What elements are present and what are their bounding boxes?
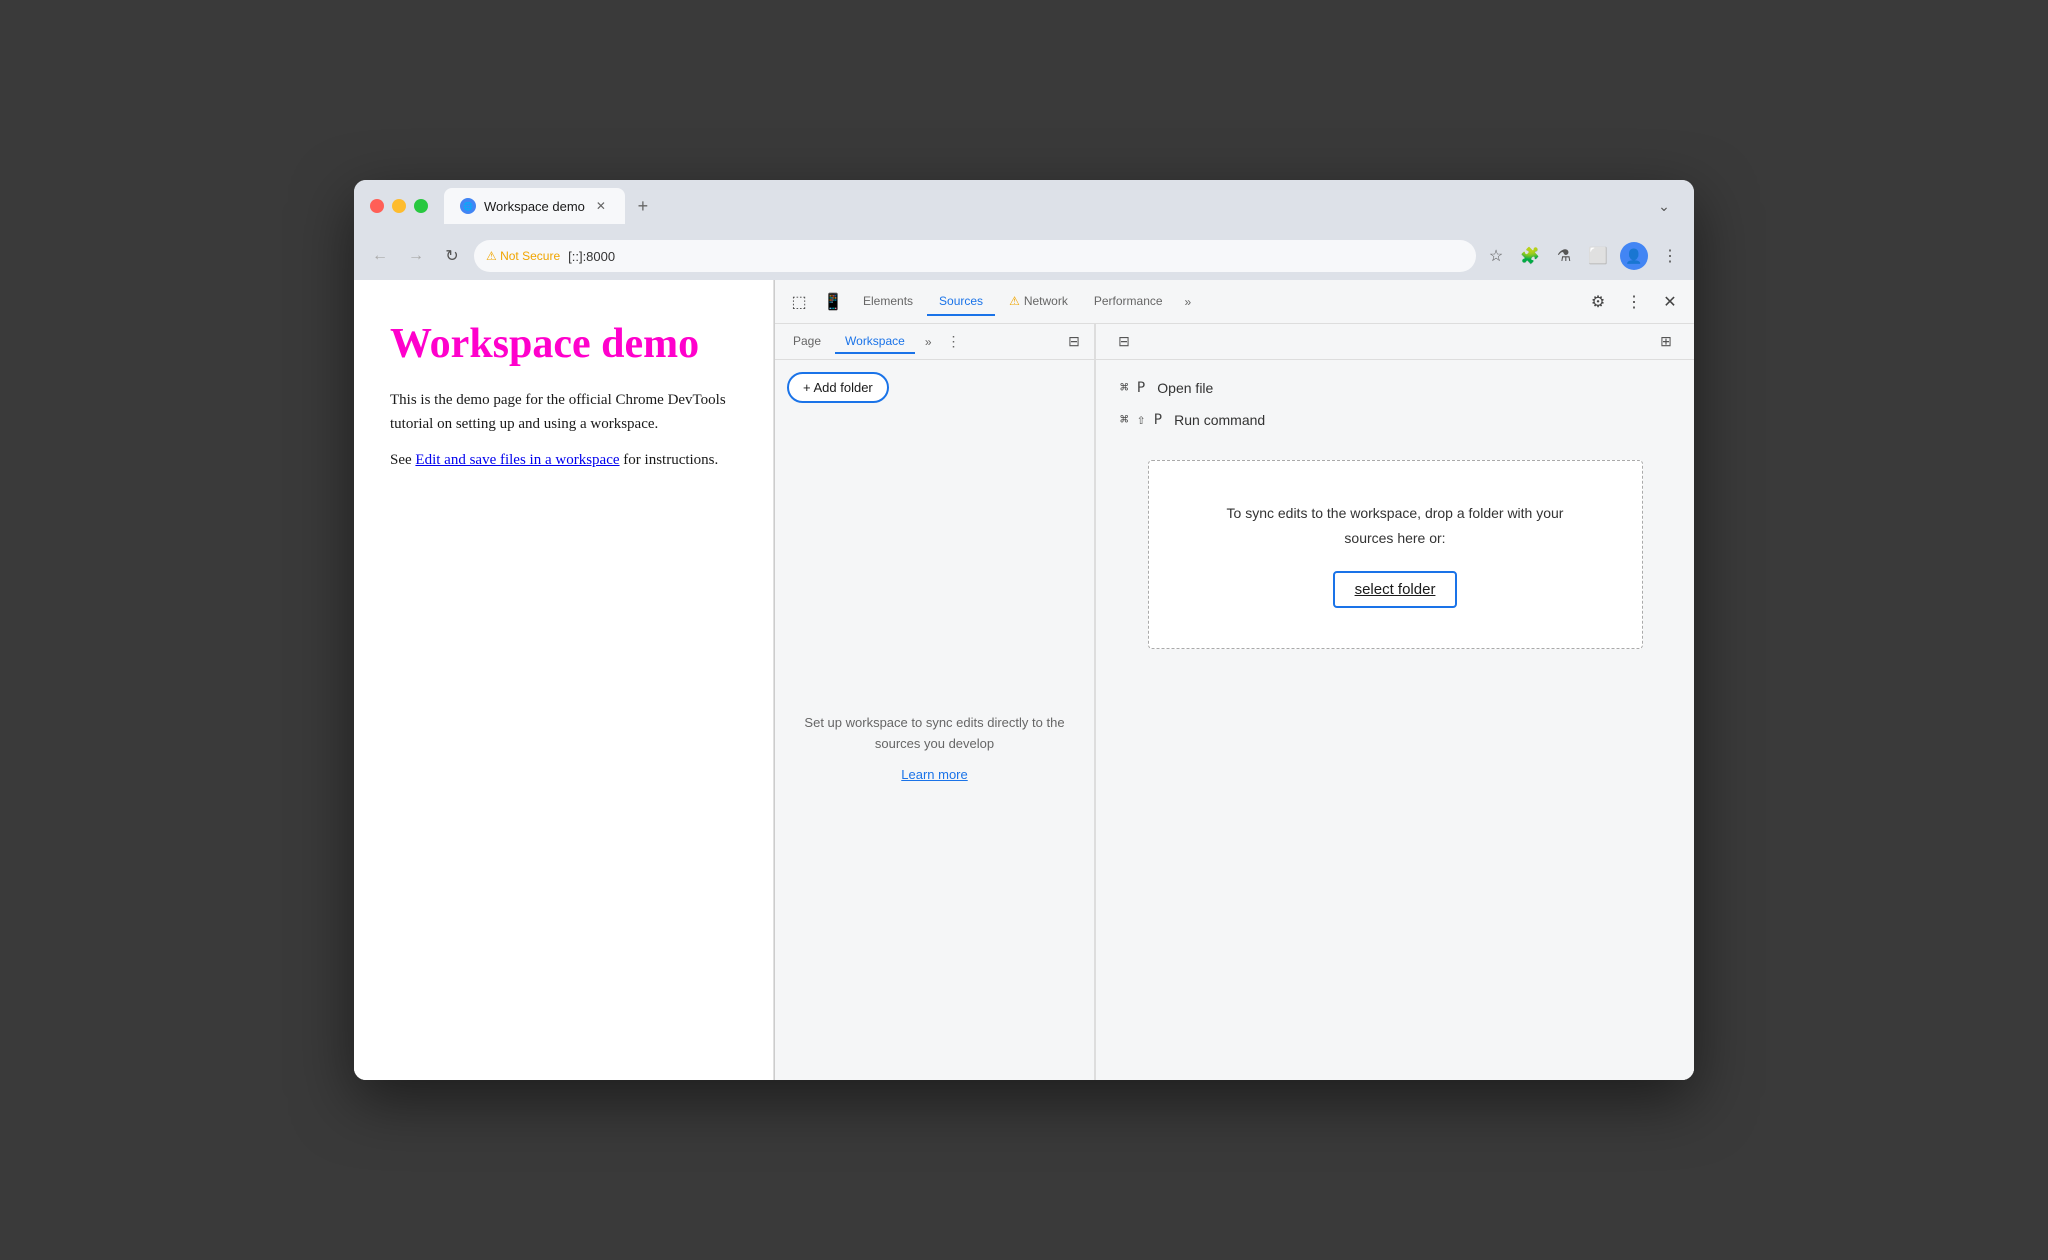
- sources-menu-icon[interactable]: ⋮: [942, 330, 966, 354]
- main-content: Workspace demo This is the demo page for…: [354, 280, 1694, 1080]
- shortcut-row-open: ⌘ P Open file: [1120, 380, 1670, 396]
- sources-main-content: ⌘ P Open file ⌘ ⇧ P Run command To sync …: [1096, 360, 1694, 1080]
- tab-sources[interactable]: Sources: [927, 288, 995, 316]
- forward-button[interactable]: →: [402, 242, 430, 270]
- webpage-link-paragraph: See Edit and save files in a workspace f…: [390, 452, 737, 469]
- network-warning-icon: ⚠: [1009, 294, 1020, 308]
- traffic-lights: [370, 199, 428, 213]
- devtools-toolbar: ⬚ 📱 Elements Sources ⚠ Network Performan…: [775, 280, 1694, 324]
- devtools-tabs-more[interactable]: »: [1177, 289, 1200, 315]
- webpage: Workspace demo This is the demo page for…: [354, 280, 774, 1080]
- tab-title: Workspace demo: [484, 199, 585, 214]
- drop-zone-text: To sync edits to the workspace, drop a f…: [1209, 501, 1582, 551]
- back-button[interactable]: ←: [366, 242, 394, 270]
- sources-panel: Page Workspace » ⋮ ⊟ + Add folder Set up…: [775, 324, 1694, 1080]
- tab-performance[interactable]: Performance: [1082, 288, 1175, 316]
- tab-close-button[interactable]: ✕: [593, 198, 609, 214]
- profile-icon[interactable]: 👤: [1620, 242, 1648, 270]
- webpage-description: This is the demo page for the official C…: [390, 388, 737, 436]
- workspace-hint: Set up workspace to sync edits directly …: [775, 415, 1094, 1080]
- sources-main-icons: ⊟ ⊞: [1112, 330, 1678, 354]
- devtools-panel: ⬚ 📱 Elements Sources ⚠ Network Performan…: [774, 280, 1694, 1080]
- add-folder-container: + Add folder: [775, 360, 1094, 415]
- menu-icon[interactable]: ⋮: [1658, 244, 1682, 268]
- webpage-title: Workspace demo: [390, 320, 737, 368]
- reload-button[interactable]: ↻: [438, 242, 466, 270]
- add-folder-button[interactable]: + Add folder: [787, 372, 889, 403]
- sources-sidebar-tabs: Page Workspace » ⋮ ⊟: [775, 324, 1094, 360]
- devtools-icon[interactable]: ⚗: [1552, 244, 1576, 268]
- title-bar: 🌐 Workspace demo ✕ + ⌄: [354, 180, 1694, 232]
- close-devtools-icon[interactable]: ✕: [1654, 286, 1686, 318]
- maximize-button[interactable]: [414, 199, 428, 213]
- minimize-button[interactable]: [392, 199, 406, 213]
- learn-more-link[interactable]: Learn more: [901, 767, 967, 782]
- security-warning: ⚠ Not Secure: [486, 249, 560, 263]
- sources-left-panel-icon[interactable]: ⊟: [1112, 330, 1136, 354]
- devtools-body: Page Workspace » ⋮ ⊟ + Add folder Set up…: [775, 324, 1694, 1080]
- sources-tab-more[interactable]: »: [919, 331, 938, 353]
- close-button[interactable]: [370, 199, 384, 213]
- browser-window: 🌐 Workspace demo ✕ + ⌄ ← → ↻ ⚠ Not Secur…: [354, 180, 1694, 1080]
- workspace-hint-text: Set up workspace to sync edits directly …: [799, 713, 1070, 755]
- new-tab-button[interactable]: +: [629, 192, 657, 220]
- link-prefix: See: [390, 452, 415, 468]
- tab-favicon: 🌐: [460, 198, 476, 214]
- device-toolbar-icon[interactable]: 📱: [817, 286, 849, 318]
- chevron-down-icon[interactable]: ⌄: [1650, 192, 1678, 220]
- drop-zone[interactable]: To sync edits to the workspace, drop a f…: [1148, 460, 1643, 649]
- omnibar: ← → ↻ ⚠ Not Secure [::]:8000 ☆ 🧩 ⚗ ⬜ 👤 ⋮: [354, 232, 1694, 280]
- sources-toggle-icon[interactable]: ⊟: [1062, 330, 1086, 354]
- more-options-icon[interactable]: ⋮: [1618, 286, 1650, 318]
- shortcut-open-file-keys: ⌘ P: [1120, 380, 1145, 396]
- active-tab[interactable]: 🌐 Workspace demo ✕: [444, 188, 625, 224]
- settings-icon[interactable]: ⚙: [1582, 286, 1614, 318]
- tab-bar: 🌐 Workspace demo ✕ +: [444, 188, 1638, 224]
- tab-network[interactable]: ⚠ Network: [997, 288, 1080, 316]
- title-bar-actions: ⌄: [1650, 192, 1678, 220]
- shortcut-run-command-action: Run command: [1174, 412, 1265, 428]
- sources-sidebar: Page Workspace » ⋮ ⊟ + Add folder Set up…: [775, 324, 1095, 1080]
- tab-elements[interactable]: Elements: [851, 288, 925, 316]
- sources-workspace-tab[interactable]: Workspace: [835, 330, 915, 354]
- address-bar[interactable]: ⚠ Not Secure [::]:8000: [474, 240, 1476, 272]
- extensions-icon[interactable]: 🧩: [1518, 244, 1542, 268]
- inspect-element-icon[interactable]: ⬚: [783, 286, 815, 318]
- shortcut-row-run: ⌘ ⇧ P Run command: [1120, 412, 1670, 428]
- select-folder-button[interactable]: select folder: [1333, 571, 1458, 608]
- shortcut-run-command-keys: ⌘ ⇧ P: [1120, 412, 1162, 428]
- shortcut-open-file-action: Open file: [1157, 380, 1213, 396]
- workspace-link[interactable]: Edit and save files in a workspace: [415, 452, 619, 468]
- devtools-toolbar-right: ⚙ ⋮ ✕: [1582, 286, 1686, 318]
- omnibar-icons: ☆ 🧩 ⚗ ⬜ 👤 ⋮: [1484, 242, 1682, 270]
- sources-main-top: ⊟ ⊞: [1096, 324, 1694, 360]
- bookmark-icon[interactable]: ☆: [1484, 244, 1508, 268]
- sources-main: ⊟ ⊞ ⌘ P Open file: [1096, 324, 1694, 1080]
- link-suffix: for instructions.: [620, 452, 719, 468]
- url-text: [::]:8000: [568, 249, 615, 264]
- sources-page-tab[interactable]: Page: [783, 330, 831, 354]
- sources-right-panel-icon[interactable]: ⊞: [1654, 330, 1678, 354]
- split-screen-icon[interactable]: ⬜: [1586, 244, 1610, 268]
